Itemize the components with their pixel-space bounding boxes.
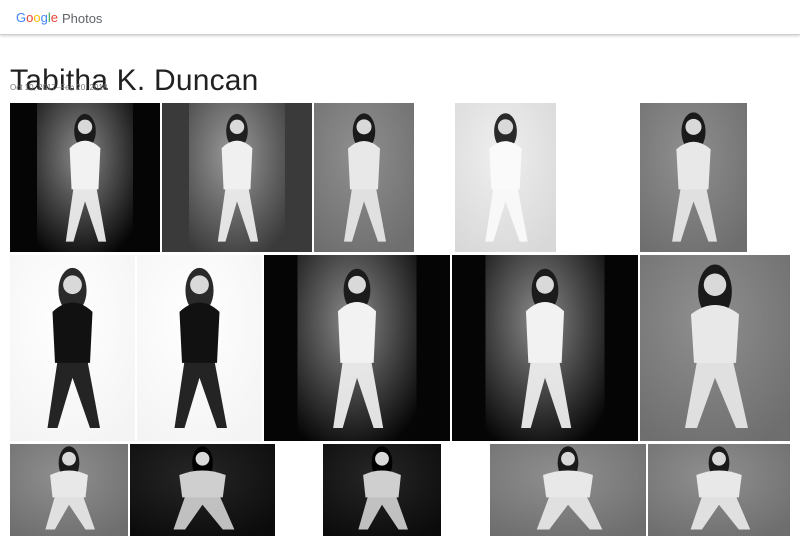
photo-1[interactable] — [10, 103, 160, 252]
torso-shape — [363, 470, 401, 498]
torso-shape — [50, 470, 88, 498]
photo-image — [314, 103, 414, 252]
face-shape — [229, 119, 245, 135]
album-title: Tabitha K. Duncan — [10, 64, 259, 98]
face-shape — [561, 451, 575, 466]
photo-13[interactable] — [323, 444, 441, 536]
product-name: Photos — [61, 10, 103, 26]
photo-image — [10, 444, 128, 536]
face-shape — [77, 119, 93, 135]
photo-11[interactable] — [10, 444, 128, 536]
face-shape — [195, 451, 210, 466]
torso-shape — [52, 302, 93, 363]
face-shape — [356, 119, 372, 135]
photo-4[interactable] — [455, 103, 556, 252]
face-shape — [375, 451, 389, 466]
torso-shape — [348, 141, 380, 190]
photo-10[interactable] — [640, 255, 790, 441]
face-shape — [62, 451, 76, 466]
torso-shape — [179, 302, 220, 363]
torso-shape — [543, 470, 593, 498]
logo-letter: o — [33, 10, 41, 25]
photo-image — [455, 103, 556, 252]
torso-shape — [525, 301, 565, 363]
photo-image — [130, 444, 275, 536]
torso-shape — [337, 301, 377, 363]
torso-shape — [676, 141, 711, 190]
photo-12[interactable] — [130, 444, 275, 536]
torso-shape — [69, 140, 101, 190]
photo-image — [264, 255, 450, 441]
photo-3[interactable] — [314, 103, 414, 252]
photo-image — [10, 103, 160, 252]
photo-7[interactable] — [137, 255, 262, 441]
photo-image — [640, 103, 747, 252]
torso-shape — [489, 141, 522, 190]
logo-letter: g — [40, 10, 48, 25]
face-shape — [536, 275, 554, 294]
face-shape — [703, 273, 727, 297]
face-shape — [712, 451, 726, 466]
google-wordmark: Google — [16, 9, 58, 27]
photo-image — [648, 444, 790, 536]
photo-image — [323, 444, 441, 536]
google-photos-logo[interactable]: Google Photos — [16, 9, 102, 27]
photo-2[interactable] — [162, 103, 312, 252]
photo-image — [137, 255, 262, 441]
photo-image — [490, 444, 646, 536]
photo-image — [452, 255, 638, 441]
logo-letter: e — [50, 10, 58, 25]
face-shape — [685, 118, 702, 135]
album-date-range: Oct 10, 2017–Feb 20, 2018 — [10, 83, 108, 92]
torso-shape — [221, 140, 253, 190]
photo-8[interactable] — [264, 255, 450, 441]
photo-14[interactable] — [490, 444, 646, 536]
torso-shape — [691, 304, 739, 363]
photo-15[interactable] — [648, 444, 790, 536]
photo-5[interactable] — [640, 103, 747, 252]
face-shape — [190, 275, 209, 295]
photo-6[interactable] — [10, 255, 135, 441]
photo-image — [10, 255, 135, 441]
torso-shape — [696, 470, 742, 498]
photo-9[interactable] — [452, 255, 638, 441]
face-shape — [348, 275, 366, 294]
photo-image — [162, 103, 312, 252]
photo-image — [640, 255, 790, 441]
face-shape — [63, 275, 82, 295]
torso-shape — [179, 470, 226, 498]
top-app-bar: Google Photos — [0, 0, 800, 35]
face-shape — [497, 119, 514, 135]
logo-letter: G — [16, 10, 27, 25]
